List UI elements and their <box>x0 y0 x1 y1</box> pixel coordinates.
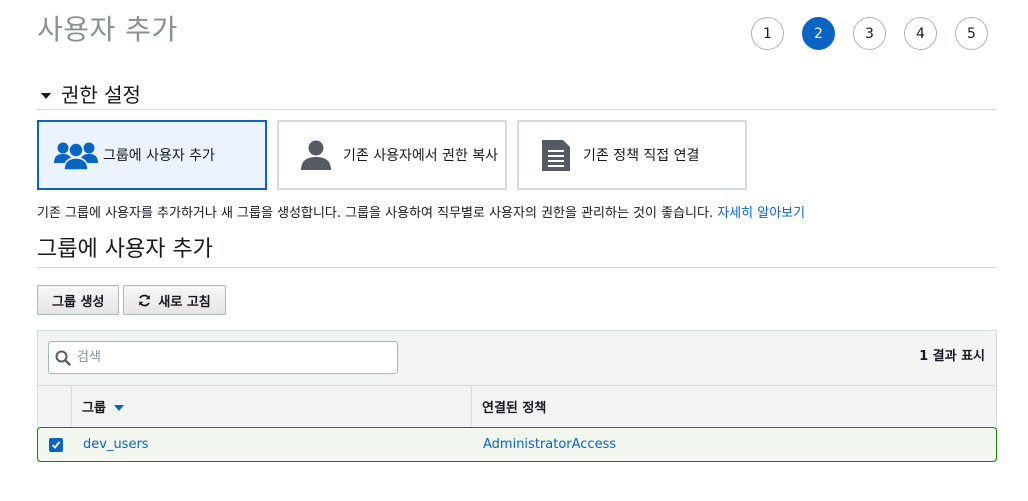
step-2[interactable]: 2 <box>802 17 835 50</box>
table-row[interactable]: dev_users AdministratorAccess <box>37 427 997 462</box>
page-title: 사용자 추가 <box>37 13 178 46</box>
option-copy-permissions[interactable]: 기존 사용자에서 권한 복사 <box>277 120 507 190</box>
description-text: 기존 그룹에 사용자를 추가하거나 새 그룹을 생성합니다. 그룹을 사용하여 … <box>37 206 714 221</box>
groups-table: 1 결과 표시 그룹 연결된 정책 dev_users Administrato… <box>37 330 997 462</box>
permissions-description: 기존 그룹에 사용자를 추가하거나 새 그룹을 생성합니다. 그룹을 사용하여 … <box>37 202 805 221</box>
user-icon <box>293 137 339 173</box>
table-header: 그룹 연결된 정책 <box>38 386 996 428</box>
step-5[interactable]: 5 <box>955 17 988 50</box>
option-add-to-group-label: 그룹에 사용자 추가 <box>103 148 215 164</box>
step-3[interactable]: 3 <box>853 17 886 50</box>
column-header-policy-label: 연결된 정책 <box>482 401 547 416</box>
checkmark-icon <box>51 440 60 449</box>
group-toolbar: 그룹 생성 새로 고침 <box>37 285 226 315</box>
step-indicator: 1 2 3 4 5 <box>751 17 988 50</box>
refresh-label: 새로 고침 <box>158 294 211 310</box>
search-input[interactable] <box>75 349 379 366</box>
row-policy-cell: AdministratorAccess <box>473 437 996 452</box>
column-header-group-label: 그룹 <box>82 401 106 416</box>
group-section-title: 그룹에 사용자 추가 <box>37 234 997 268</box>
search-box[interactable] <box>48 341 398 374</box>
learn-more-link[interactable]: 자세히 알아보기 <box>717 206 805 221</box>
caret-down-icon <box>41 92 51 99</box>
search-icon <box>55 350 71 366</box>
refresh-icon <box>139 294 151 306</box>
refresh-button[interactable]: 새로 고침 <box>123 285 226 315</box>
header-checkbox-cell <box>38 386 72 427</box>
row-group-cell: dev_users <box>73 437 473 452</box>
step-4[interactable]: 4 <box>904 17 937 50</box>
document-icon <box>533 137 579 173</box>
permissions-section-header[interactable]: 권한 설정 <box>37 78 997 110</box>
sort-descending-icon[interactable] <box>113 404 124 411</box>
row-checkbox-cell <box>38 437 73 452</box>
column-header-group[interactable]: 그룹 <box>72 386 472 427</box>
table-toolbar: 1 결과 표시 <box>38 331 996 386</box>
permission-options: 그룹에 사용자 추가 기존 사용자에서 권한 복사 기존 정책 직접 연결 <box>37 120 747 190</box>
group-name-link[interactable]: dev_users <box>83 437 149 452</box>
permissions-section-title: 권한 설정 <box>61 83 141 107</box>
option-copy-permissions-label: 기존 사용자에서 권한 복사 <box>343 148 499 164</box>
policy-link[interactable]: AdministratorAccess <box>483 437 616 452</box>
column-header-policy[interactable]: 연결된 정책 <box>472 386 996 427</box>
row-checkbox[interactable] <box>48 437 63 452</box>
users-group-icon <box>53 137 99 173</box>
create-group-button[interactable]: 그룹 생성 <box>37 285 120 315</box>
result-count: 1 결과 표시 <box>919 349 985 364</box>
option-attach-policies-label: 기존 정책 직접 연결 <box>583 148 700 164</box>
step-1[interactable]: 1 <box>751 17 784 50</box>
option-add-to-group[interactable]: 그룹에 사용자 추가 <box>37 120 267 190</box>
option-attach-policies[interactable]: 기존 정책 직접 연결 <box>517 120 747 190</box>
